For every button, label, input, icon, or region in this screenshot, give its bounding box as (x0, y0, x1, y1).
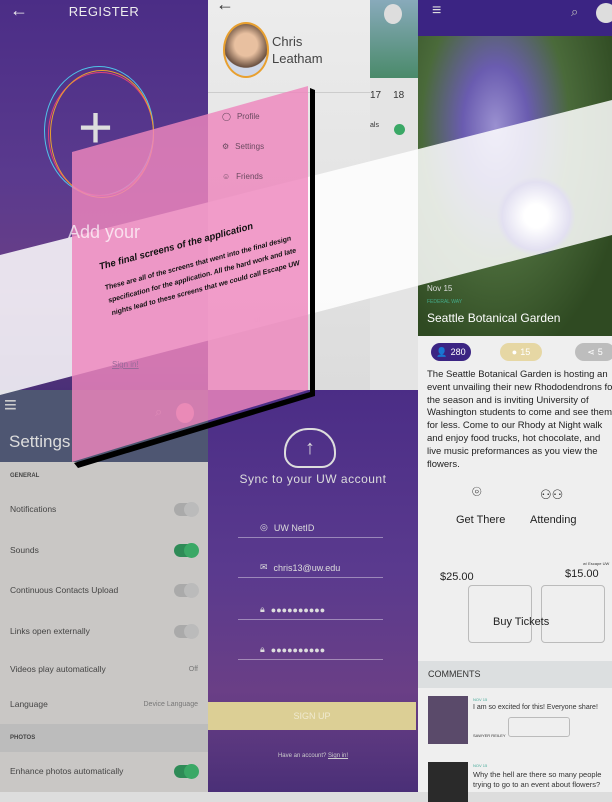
menu-item-friends[interactable]: ☺ Friends (222, 172, 263, 181)
menu-label: Settings (235, 142, 265, 151)
friends-icon: ☺ (222, 172, 231, 181)
gear-icon: ⚙ (222, 142, 230, 151)
menu-label: Profile (236, 112, 260, 121)
register-sign-in-link[interactable]: Sign in! (112, 360, 139, 369)
menu-item-settings[interactable]: ⚙ Settings (222, 142, 264, 151)
user-icon: ◯ (222, 112, 231, 121)
menu-label: Friends (236, 172, 263, 181)
add-photo-label: Add your (68, 222, 141, 242)
overlay-shapes (0, 86, 612, 468)
menu-item-profile[interactable]: ◯ Profile (222, 112, 260, 121)
